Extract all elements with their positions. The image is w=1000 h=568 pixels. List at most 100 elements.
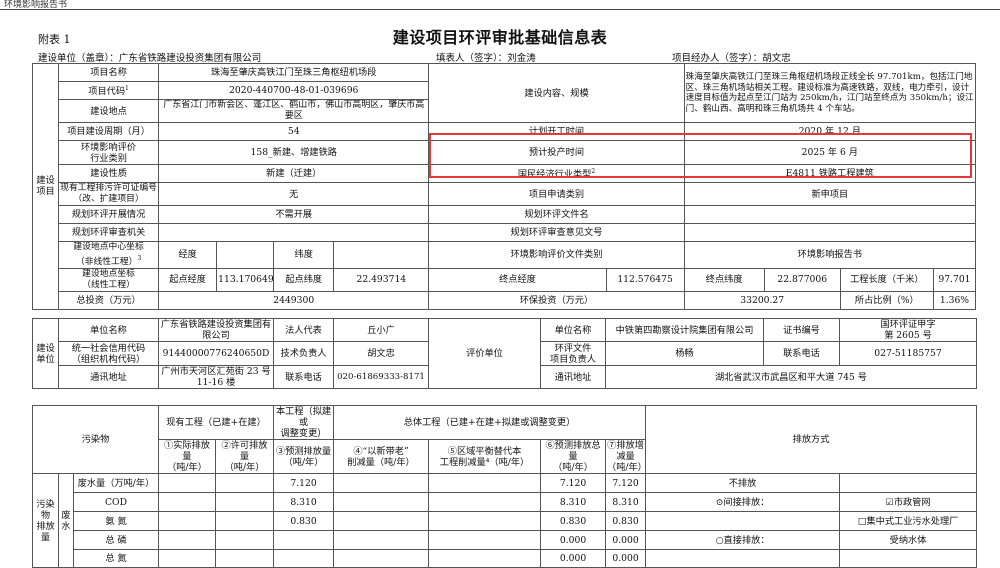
end-lon-label: 终点经度	[428, 267, 607, 292]
length-value: 97.701	[932, 267, 977, 292]
eval-phone-label: 联系电话	[763, 341, 840, 366]
apply-value: 新申项目	[683, 182, 977, 206]
addr-label: 通讯地址	[58, 365, 159, 389]
start-value: 2020 年 12 月	[683, 122, 977, 141]
end-lat-label: 终点纬度	[683, 267, 765, 292]
total-header: 总体工程（已建+在建+拟建或调整变更）	[333, 405, 647, 440]
row-m1	[645, 511, 841, 531]
row-name: 废水量（万吨/年）	[73, 473, 159, 493]
group-project: 建设 项目	[31, 63, 60, 310]
apply-label: 项目申请类别	[428, 182, 685, 206]
addr-value: 广州市天河区汇苑街 23 号 11-16 楼	[158, 365, 274, 389]
prod-value: 2025 年 6 月	[683, 140, 977, 165]
row-c3	[273, 549, 335, 568]
site-label: 建设地点	[58, 99, 160, 123]
content-label: 建设内容、规模	[428, 63, 685, 123]
category-value: 158_新建、增建铁路	[158, 140, 430, 165]
table-row: 总 氮 0.000 0.000	[33, 549, 978, 568]
permit-label: 现有工程排污许可证编号 （改、扩建项目）	[58, 182, 160, 206]
eval-label: 评价单位	[428, 318, 541, 389]
industry-label: 国民经济行业类型2	[428, 164, 685, 183]
row-name: COD	[73, 492, 159, 512]
row-m2	[839, 473, 978, 493]
proposed-header: 本工程（拟建或 调整变更）	[273, 405, 335, 440]
code-label: 项目代码1	[58, 81, 160, 100]
start-lat-value: 22.493714	[333, 267, 430, 292]
row-name: 氨 氮	[73, 511, 159, 531]
lead-value: 杨畅	[605, 341, 764, 366]
row-name: 总 氮	[73, 549, 159, 568]
eval-addr-label: 通讯地址	[540, 365, 606, 389]
nature-label: 建设性质	[58, 164, 160, 183]
invest-label: 总投资（万元）	[58, 290, 160, 310]
table-row: 总 磷 0.000 0.000 ○直接排放： 受纳水体	[33, 530, 978, 550]
env-invest-label: 环保投资（万元）	[428, 290, 685, 310]
row-m1: ○直接排放：	[645, 530, 841, 550]
industry-value: E4811 铁路工程建筑	[683, 164, 977, 183]
page-title: 建设项目环评审批基础信息表	[392, 28, 608, 47]
col4-header: ④“以新带老” 削减量（吨/年）	[333, 439, 430, 474]
content-value: 珠海至肇庆高铁江门至珠三角枢纽机场段正线全长 97.701km，包括江门地区、珠…	[683, 63, 977, 123]
row-c6: 7.120	[540, 473, 607, 493]
header-handler: 项目经办人（签字）：胡文忠	[672, 53, 791, 64]
start-lon-label: 起点经度	[158, 267, 218, 292]
row-c3: 8.310	[273, 492, 335, 512]
lat-label: 纬度	[273, 241, 335, 269]
row-m2	[839, 549, 978, 568]
row-name: 总 磷	[73, 530, 159, 550]
row-c6: 0.000	[540, 530, 607, 550]
pollutant-table: 污染物 现有工程（已建+在建） 本工程（拟建或 调整变更） 总体工程（已建+在建…	[32, 405, 978, 568]
center-label: 建设地点中心坐标 （非线性工程）3	[58, 241, 160, 269]
row-c3: 0.830	[273, 511, 335, 531]
tech-value: 胡文忠	[333, 341, 429, 366]
phone-value: 020-61869333-8171	[333, 365, 429, 389]
col5-header: ⑤区域平衡替代本 工程削减量⁴（吨/年）	[428, 439, 542, 474]
row-c7: 8.310	[605, 492, 647, 512]
header-filler: 填表人（签字）：刘金涛	[436, 53, 536, 64]
lat-value	[333, 241, 430, 269]
credit-value: 91440000776240650D	[158, 341, 274, 366]
cert-label: 证书编号	[763, 318, 840, 342]
group-unit: 建设 单位	[32, 318, 59, 389]
eval-name-value: 中铁第四勘察设计院集团有限公司	[605, 318, 764, 342]
nature-value: 新建（迁建）	[158, 164, 430, 183]
start-lon-value: 113.170649	[216, 267, 275, 292]
period-label: 项目建设周期（月）	[58, 122, 160, 141]
plan-opinion-label: 规划环评审查意见文号	[428, 223, 685, 242]
end-lat-value: 22.877006	[763, 267, 841, 292]
plan-opinion-value	[683, 223, 977, 242]
method-header: 排放方式	[645, 405, 978, 474]
end-lon-value: 112.576475	[605, 267, 685, 292]
project-name: 珠海至肇庆高铁江门至珠三角枢纽机场段	[158, 63, 430, 82]
unit-table: 建设 单位 单位名称 广东省铁路建设投资集团有限公司 法人代表 丘小广 评价单位…	[32, 318, 977, 389]
category-label: 环境影响评价 行业类别	[58, 140, 160, 165]
row-c7: 0.000	[605, 549, 647, 568]
row-m2: ☑市政管网	[839, 492, 978, 512]
eval-name-label: 单位名称	[540, 318, 606, 342]
row-m2: 受纳水体	[839, 530, 978, 550]
start-label: 计划开工时间	[428, 122, 685, 141]
eval-phone-value: 027-51185757	[839, 341, 977, 366]
legal-value: 丘小广	[333, 318, 429, 342]
eia-type-value: 环境影响报告书	[683, 241, 977, 269]
row-m1: 不排放	[645, 473, 841, 493]
row-m2: □集中式工业污水处理厂	[839, 511, 978, 531]
table-row: 污染物 排放量 废水 废水量（万吨/年） 7.120 7.120 7.120 不…	[32, 473, 978, 568]
plan-org-value	[158, 223, 430, 242]
row-m1	[645, 549, 841, 568]
lon-label: 经度	[158, 241, 218, 269]
site-value: 广东省江门市新会区、蓬江区、鹤山市，佛山市高明区，肇庆市高要区	[158, 99, 430, 123]
plan-file-label: 规划环评文件名	[428, 205, 685, 224]
row-c6: 0.830	[540, 511, 607, 531]
ratio-label: 所占比例（%）	[839, 290, 934, 310]
table-row: 氨 氮 0.830 0.830 0.830 □集中式工业污水处理厂	[33, 511, 978, 531]
start-lat-label: 起点纬度	[273, 267, 335, 292]
info-form-table: 建设 项目 项目名称 珠海至肇庆高铁江门至珠三角枢纽机场段 建设内容、规模 珠海…	[31, 63, 977, 310]
tech-label: 技术负责人	[273, 341, 334, 366]
existing-header: 现有工程（已建+在建）	[157, 405, 275, 440]
col7-header: ⑦排放增 减量（吨/年）	[605, 439, 647, 474]
group-pollutant: 污染物 排放量	[32, 473, 59, 568]
project-code: 2020-440700-48-01-039696	[158, 81, 430, 100]
phone-label: 联系电话	[273, 365, 334, 389]
col1-header: ①实际排放量 （吨/年）	[158, 439, 216, 474]
